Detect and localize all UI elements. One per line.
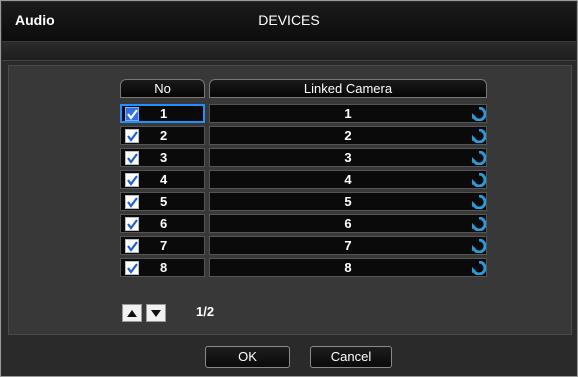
refresh-icon[interactable] [471, 172, 487, 188]
page-indicator: 1/2 [196, 304, 215, 319]
row-number: 7 [160, 238, 168, 253]
row-checkbox[interactable] [125, 129, 139, 143]
row-checkbox[interactable] [125, 173, 139, 187]
table-row[interactable]: 1 [120, 104, 205, 124]
ok-button[interactable]: OK [205, 346, 290, 368]
refresh-icon[interactable] [471, 106, 487, 122]
row-number: 1 [160, 106, 168, 121]
linked-camera-cell[interactable]: 6 [209, 214, 487, 233]
row-number-cell[interactable]: 2 [120, 126, 205, 145]
linked-camera-value: 6 [344, 216, 352, 231]
refresh-icon[interactable] [471, 128, 487, 144]
checkmark-icon [127, 197, 138, 208]
toolbar-strip [2, 43, 576, 61]
row-checkbox[interactable] [125, 261, 139, 275]
linked-camera-value: 8 [344, 260, 352, 275]
linked-camera-value: 7 [344, 238, 352, 253]
page-down-button[interactable] [146, 304, 166, 322]
checkmark-icon [127, 131, 138, 142]
row-number-cell[interactable]: 3 [120, 148, 205, 167]
refresh-icon[interactable] [471, 216, 487, 232]
row-number: 6 [160, 216, 168, 231]
linked-camera-value: 5 [344, 194, 352, 209]
linked-camera-value: 1 [344, 106, 352, 121]
header-no: No [120, 79, 205, 98]
table-row[interactable]: 3 [120, 148, 205, 168]
row-checkbox[interactable] [125, 239, 139, 253]
refresh-icon[interactable] [471, 260, 487, 276]
checkmark-icon [127, 263, 138, 274]
linked-camera-cell[interactable]: 1 [209, 104, 487, 123]
checkmark-icon [127, 175, 138, 186]
row-number-cell[interactable]: 6 [120, 214, 205, 233]
linked-camera-cell[interactable]: 3 [209, 148, 487, 167]
table-row[interactable]: 8 [120, 258, 205, 278]
table-row[interactable]: 4 [120, 170, 205, 190]
checkmark-icon [127, 241, 138, 252]
row-checkbox[interactable] [125, 217, 139, 231]
linked-camera-value: 3 [344, 150, 352, 165]
refresh-icon[interactable] [471, 238, 487, 254]
window-title: DEVICES [258, 12, 320, 28]
row-number: 4 [160, 172, 168, 187]
checkmark-icon [127, 219, 138, 230]
triangle-down-icon [151, 310, 161, 317]
header-linked-camera: Linked Camera [209, 79, 487, 98]
checkmark-icon [127, 109, 138, 120]
linked-camera-cell[interactable]: 5 [209, 192, 487, 211]
row-number: 5 [160, 194, 168, 209]
row-checkbox[interactable] [125, 151, 139, 165]
row-number: 2 [160, 128, 168, 143]
linked-camera-cell[interactable]: 2 [209, 126, 487, 145]
refresh-icon[interactable] [471, 150, 487, 166]
table-row[interactable]: 2 [120, 126, 205, 146]
linked-camera-cell[interactable]: 7 [209, 236, 487, 255]
row-checkbox[interactable] [125, 107, 139, 121]
table-row[interactable]: 5 [120, 192, 205, 212]
linked-camera-value: 4 [344, 172, 352, 187]
table-row[interactable]: 6 [120, 214, 205, 234]
row-number: 8 [160, 260, 168, 275]
linked-camera-cell[interactable]: 4 [209, 170, 487, 189]
triangle-up-icon [127, 310, 137, 317]
row-number-cell[interactable]: 1 [120, 104, 205, 123]
row-number-cell[interactable]: 4 [120, 170, 205, 189]
refresh-icon[interactable] [471, 194, 487, 210]
row-number-cell[interactable]: 5 [120, 192, 205, 211]
checkmark-icon [127, 153, 138, 164]
row-number-cell[interactable]: 7 [120, 236, 205, 255]
row-checkbox[interactable] [125, 195, 139, 209]
table-row[interactable]: 7 [120, 236, 205, 256]
cancel-button[interactable]: Cancel [310, 346, 392, 368]
row-number: 3 [160, 150, 168, 165]
linked-camera-value: 2 [344, 128, 352, 143]
linked-camera-cell[interactable]: 8 [209, 258, 487, 277]
row-number-cell[interactable]: 8 [120, 258, 205, 277]
title-bar: Audio DEVICES [2, 2, 576, 42]
page-up-button[interactable] [122, 304, 142, 322]
